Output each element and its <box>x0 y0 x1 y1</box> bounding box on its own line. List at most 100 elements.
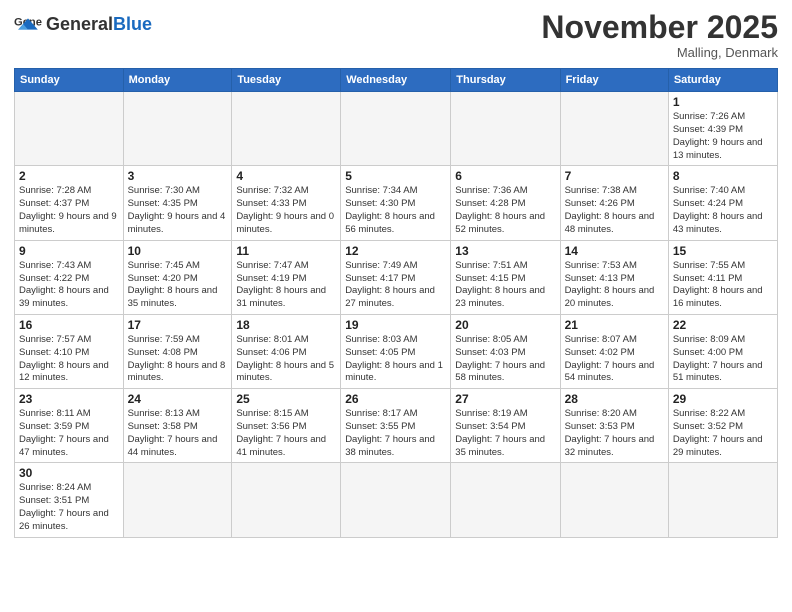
day-number: 20 <box>455 318 555 332</box>
header-sunday: Sunday <box>15 69 124 92</box>
day-info: Sunrise: 8:03 AM Sunset: 4:05 PM Dayligh… <box>345 334 446 385</box>
calendar-header-row: Sunday Monday Tuesday Wednesday Thursday… <box>15 69 778 92</box>
header-thursday: Thursday <box>451 69 560 92</box>
day-number: 8 <box>673 169 773 183</box>
table-row: 16Sunrise: 7:57 AM Sunset: 4:10 PM Dayli… <box>15 314 124 388</box>
day-info: Sunrise: 7:43 AM Sunset: 4:22 PM Dayligh… <box>19 260 119 311</box>
header-saturday: Saturday <box>668 69 777 92</box>
day-info: Sunrise: 8:15 AM Sunset: 3:56 PM Dayligh… <box>236 408 336 459</box>
day-number: 2 <box>19 169 119 183</box>
table-row: 13 Sunrise: 7:51 AM Sunset: 4:15 PM Dayli… <box>451 240 560 314</box>
day-info: Sunrise: 7:49 AM Sunset: 4:17 PM Dayligh… <box>345 260 446 311</box>
table-row: 4 Sunrise: 7:32 AM Sunset: 4:33 PM Daylig… <box>232 166 341 240</box>
table-row: 26 Sunrise: 8:17 AM Sunset: 3:55 PM Dayli… <box>341 389 451 463</box>
table-row: 8 Sunrise: 7:40 AM Sunset: 4:24 PM Daylig… <box>668 166 777 240</box>
table-row <box>232 463 341 537</box>
day-info: Sunrise: 8:01 AM Sunset: 4:06 PM Dayligh… <box>236 334 336 385</box>
day-number: 17 <box>128 318 228 332</box>
day-number: 6 <box>455 169 555 183</box>
day-number: 25 <box>236 392 336 406</box>
day-info: Sunrise: 7:40 AM Sunset: 4:24 PM Dayligh… <box>673 185 773 236</box>
logo: General GeneralBlue <box>14 10 152 38</box>
day-info: Sunrise: 8:05 AM Sunset: 4:03 PM Dayligh… <box>455 334 555 385</box>
day-info: Sunrise: 7:53 AM Sunset: 4:13 PM Dayligh… <box>565 260 664 311</box>
day-info: Sunrise: 8:22 AM Sunset: 3:52 PM Dayligh… <box>673 408 773 459</box>
day-number: 18 <box>236 318 336 332</box>
table-row: 24 Sunrise: 8:13 AM Sunset: 3:58 PM Dayli… <box>123 389 232 463</box>
table-row <box>341 92 451 166</box>
day-number: 27 <box>455 392 555 406</box>
day-number: 29 <box>673 392 773 406</box>
table-row: 14 Sunrise: 7:53 AM Sunset: 4:13 PM Dayli… <box>560 240 668 314</box>
table-row <box>451 92 560 166</box>
header-monday: Monday <box>123 69 232 92</box>
day-number: 19 <box>345 318 446 332</box>
table-row <box>15 92 124 166</box>
day-number: 15 <box>673 244 773 258</box>
page-header: General GeneralBlue November 2025 Mallin… <box>14 10 778 60</box>
day-info: Sunrise: 7:26 AM Sunset: 4:39 PM Dayligh… <box>673 111 773 162</box>
calendar-week-1: 1Sunrise: 7:26 AM Sunset: 4:39 PM Daylig… <box>15 92 778 166</box>
day-info: Sunrise: 7:32 AM Sunset: 4:33 PM Dayligh… <box>236 185 336 236</box>
table-row <box>232 92 341 166</box>
day-number: 22 <box>673 318 773 332</box>
day-info: Sunrise: 7:45 AM Sunset: 4:20 PM Dayligh… <box>128 260 228 311</box>
calendar-table: Sunday Monday Tuesday Wednesday Thursday… <box>14 68 778 538</box>
calendar-week-3: 9 Sunrise: 7:43 AM Sunset: 4:22 PM Daylig… <box>15 240 778 314</box>
table-row: 6Sunrise: 7:36 AM Sunset: 4:28 PM Daylig… <box>451 166 560 240</box>
title-block: November 2025 Malling, Denmark <box>541 10 778 60</box>
table-row <box>341 463 451 537</box>
day-info: Sunrise: 7:34 AM Sunset: 4:30 PM Dayligh… <box>345 185 446 236</box>
day-number: 9 <box>19 244 119 258</box>
day-info: Sunrise: 8:11 AM Sunset: 3:59 PM Dayligh… <box>19 408 119 459</box>
day-number: 4 <box>236 169 336 183</box>
day-number: 23 <box>19 392 119 406</box>
day-number: 28 <box>565 392 664 406</box>
table-row <box>451 463 560 537</box>
table-row: 27 Sunrise: 8:19 AM Sunset: 3:54 PM Dayli… <box>451 389 560 463</box>
table-row: 22Sunrise: 8:09 AM Sunset: 4:00 PM Dayli… <box>668 314 777 388</box>
table-row: 3 Sunrise: 7:30 AM Sunset: 4:35 PM Daylig… <box>123 166 232 240</box>
day-info: Sunrise: 7:47 AM Sunset: 4:19 PM Dayligh… <box>236 260 336 311</box>
day-info: Sunrise: 7:59 AM Sunset: 4:08 PM Dayligh… <box>128 334 228 385</box>
table-row: 20 Sunrise: 8:05 AM Sunset: 4:03 PM Dayli… <box>451 314 560 388</box>
day-number: 26 <box>345 392 446 406</box>
table-row <box>560 463 668 537</box>
table-row: 30 Sunrise: 8:24 AM Sunset: 3:51 PM Dayli… <box>15 463 124 537</box>
day-number: 7 <box>565 169 664 183</box>
table-row: 7 Sunrise: 7:38 AM Sunset: 4:26 PM Daylig… <box>560 166 668 240</box>
day-info: Sunrise: 7:38 AM Sunset: 4:26 PM Dayligh… <box>565 185 664 236</box>
table-row: 10 Sunrise: 7:45 AM Sunset: 4:20 PM Dayli… <box>123 240 232 314</box>
day-number: 5 <box>345 169 446 183</box>
calendar-week-2: 2 Sunrise: 7:28 AM Sunset: 4:37 PM Daylig… <box>15 166 778 240</box>
day-info: Sunrise: 8:19 AM Sunset: 3:54 PM Dayligh… <box>455 408 555 459</box>
table-row: 11 Sunrise: 7:47 AM Sunset: 4:19 PM Dayli… <box>232 240 341 314</box>
table-row: 15Sunrise: 7:55 AM Sunset: 4:11 PM Dayli… <box>668 240 777 314</box>
month-title: November 2025 <box>541 10 778 45</box>
day-info: Sunrise: 8:17 AM Sunset: 3:55 PM Dayligh… <box>345 408 446 459</box>
table-row: 9 Sunrise: 7:43 AM Sunset: 4:22 PM Daylig… <box>15 240 124 314</box>
day-info: Sunrise: 7:51 AM Sunset: 4:15 PM Dayligh… <box>455 260 555 311</box>
day-number: 14 <box>565 244 664 258</box>
day-info: Sunrise: 8:07 AM Sunset: 4:02 PM Dayligh… <box>565 334 664 385</box>
table-row <box>123 92 232 166</box>
day-number: 3 <box>128 169 228 183</box>
day-number: 24 <box>128 392 228 406</box>
day-number: 21 <box>565 318 664 332</box>
day-info: Sunrise: 7:28 AM Sunset: 4:37 PM Dayligh… <box>19 185 119 236</box>
header-wednesday: Wednesday <box>341 69 451 92</box>
day-info: Sunrise: 8:24 AM Sunset: 3:51 PM Dayligh… <box>19 482 119 533</box>
table-row: 23 Sunrise: 8:11 AM Sunset: 3:59 PM Dayli… <box>15 389 124 463</box>
day-info: Sunrise: 8:13 AM Sunset: 3:58 PM Dayligh… <box>128 408 228 459</box>
day-number: 13 <box>455 244 555 258</box>
day-number: 11 <box>236 244 336 258</box>
table-row: 19 Sunrise: 8:03 AM Sunset: 4:05 PM Dayli… <box>341 314 451 388</box>
logo-icon: General <box>14 10 42 38</box>
day-info: Sunrise: 7:30 AM Sunset: 4:35 PM Dayligh… <box>128 185 228 236</box>
table-row: 29 Sunrise: 8:22 AM Sunset: 3:52 PM Dayli… <box>668 389 777 463</box>
day-number: 10 <box>128 244 228 258</box>
table-row: 25 Sunrise: 8:15 AM Sunset: 3:56 PM Dayli… <box>232 389 341 463</box>
day-number: 12 <box>345 244 446 258</box>
day-number: 30 <box>19 466 119 480</box>
table-row: 17 Sunrise: 7:59 AM Sunset: 4:08 PM Dayli… <box>123 314 232 388</box>
